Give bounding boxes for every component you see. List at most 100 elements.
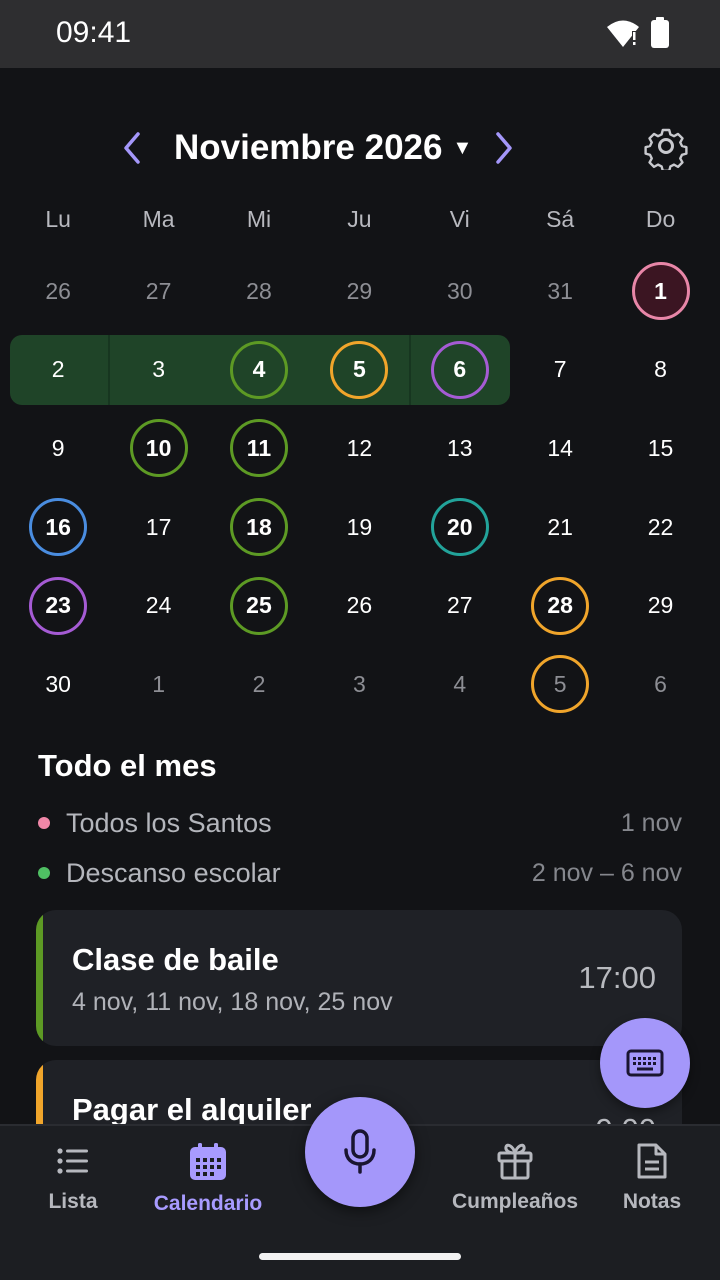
day-number: 25 [229, 576, 288, 635]
day-number: 28 [531, 576, 590, 635]
chevron-right-icon[interactable] [488, 126, 520, 170]
calendar-day[interactable]: 21 [510, 488, 610, 567]
day-number: 18 [229, 498, 288, 557]
home-indicator[interactable] [259, 1253, 461, 1260]
nav-item-calendario[interactable]: Calendario [150, 1142, 266, 1216]
calendar-day[interactable]: 2 [8, 331, 108, 410]
calendar-day[interactable]: 3 [108, 331, 208, 410]
calendar-day[interactable]: 4 [410, 645, 510, 724]
calendar-header: Noviembre 2026 ▼ [0, 118, 720, 178]
calendar-day[interactable]: 7 [510, 331, 610, 410]
day-number: 27 [446, 592, 473, 619]
calendar-day[interactable]: 6 [610, 645, 710, 724]
calendar-day[interactable]: 5 [309, 331, 409, 410]
day-number: 24 [145, 592, 172, 619]
gear-icon[interactable] [642, 122, 690, 170]
month-title: Noviembre 2026 [174, 128, 443, 167]
calendar-day[interactable]: 17 [108, 488, 208, 567]
calendar-day[interactable]: 8 [610, 331, 710, 410]
calendar-day[interactable]: 22 [610, 488, 710, 567]
day-number: 28 [246, 277, 272, 304]
nav-item-cumpleanos[interactable]: Cumpleaños [450, 1142, 580, 1214]
calendar-day[interactable]: 6 [410, 331, 510, 410]
calendar-day[interactable]: 18 [209, 488, 309, 567]
list-icon [57, 1148, 88, 1174]
keyboard-icon [626, 1049, 664, 1077]
day-number: 26 [45, 277, 71, 304]
day-number: 3 [352, 670, 366, 697]
notes-icon [637, 1143, 667, 1179]
day-number: 29 [647, 592, 674, 619]
gift-icon [497, 1143, 533, 1180]
weekday-label: Mi [246, 206, 272, 232]
all-day-event[interactable]: Todos los Santos 1 nov [38, 803, 682, 843]
section-title: Todo el mes [38, 748, 217, 783]
calendar-day[interactable]: 1 [108, 645, 208, 724]
calendar-day[interactable]: 31 [510, 252, 610, 331]
nav-item-lista[interactable]: Lista [30, 1142, 116, 1214]
calendar-day[interactable]: 24 [108, 566, 208, 645]
day-number: 21 [547, 513, 573, 540]
microphone-icon [344, 1129, 376, 1174]
event-time: 17:00 [578, 960, 656, 995]
weekday-label: Ju [347, 206, 372, 232]
day-number: 31 [547, 277, 573, 304]
calendar-day[interactable]: 1 [610, 252, 710, 331]
wifi-icon [607, 20, 639, 47]
status-bar: 09:41 [0, 0, 720, 68]
day-number: 30 [45, 670, 71, 697]
day-number: 26 [346, 592, 373, 619]
day-number: 11 [229, 419, 288, 478]
calendar-day[interactable]: 12 [309, 409, 409, 488]
caret-down-icon: ▼ [452, 136, 473, 159]
day-number: 15 [647, 434, 674, 461]
nav-item-notas[interactable]: Notas [612, 1142, 692, 1214]
calendar-day[interactable]: 11 [209, 409, 309, 488]
calendar-day[interactable]: 30 [410, 252, 510, 331]
calendar-day[interactable]: 14 [510, 409, 610, 488]
calendar-day[interactable]: 27 [108, 252, 208, 331]
calendar-day[interactable]: 2 [209, 645, 309, 724]
calendar-day[interactable]: 30 [8, 645, 108, 724]
day-number: 6 [654, 670, 667, 697]
day-number: 14 [547, 434, 573, 461]
event-card[interactable]: Clase de baile 4 nov, 11 nov, 18 nov, 25… [36, 910, 682, 1046]
calendar-day[interactable]: 19 [309, 488, 409, 567]
calendar-day[interactable]: 15 [610, 409, 710, 488]
calendar-day[interactable]: 9 [8, 409, 108, 488]
calendar-day[interactable]: 29 [610, 566, 710, 645]
calendar-day[interactable]: 26 [309, 566, 409, 645]
battery-icon [651, 17, 669, 48]
month-selector[interactable]: Noviembre 2026 ▼ [174, 128, 472, 168]
calendar-day[interactable]: 3 [309, 645, 409, 724]
calendar-day[interactable]: 26 [8, 252, 108, 331]
calendar-day[interactable]: 5 [510, 645, 610, 724]
weekday-label: Ma [142, 206, 175, 232]
weekday-label: Do [645, 206, 676, 232]
calendar-day[interactable]: 16 [8, 488, 108, 567]
calendar-day[interactable]: 23 [8, 566, 108, 645]
calendar-day[interactable]: 4 [209, 331, 309, 410]
calendar-day[interactable]: 13 [410, 409, 510, 488]
all-day-event[interactable]: Descanso escolar 2 nov – 6 nov [38, 853, 682, 893]
day-number: 17 [145, 513, 172, 540]
calendar-day[interactable]: 28 [209, 252, 309, 331]
calendar-day[interactable]: 10 [108, 409, 208, 488]
calendar-day[interactable]: 29 [309, 252, 409, 331]
calendar-day[interactable]: 27 [410, 566, 510, 645]
calendar-day[interactable]: 28 [510, 566, 610, 645]
day-number: 2 [252, 670, 266, 697]
chevron-left-icon[interactable] [116, 126, 148, 170]
nav-label: Lista [48, 1190, 98, 1213]
weekday-row: Lu Ma Mi Ju Vi Sá Do [8, 206, 712, 240]
day-number: 9 [51, 434, 65, 461]
voice-input-button[interactable] [305, 1097, 415, 1207]
nav-label: Calendario [153, 1192, 263, 1215]
nav-label: Cumpleaños [451, 1190, 579, 1213]
calendar-day[interactable]: 25 [209, 566, 309, 645]
keyboard-button[interactable] [600, 1018, 690, 1108]
calendar-day[interactable]: 20 [410, 488, 510, 567]
day-number: 12 [346, 434, 373, 461]
day-number: 27 [145, 277, 172, 304]
event-color-stripe [36, 910, 43, 1046]
